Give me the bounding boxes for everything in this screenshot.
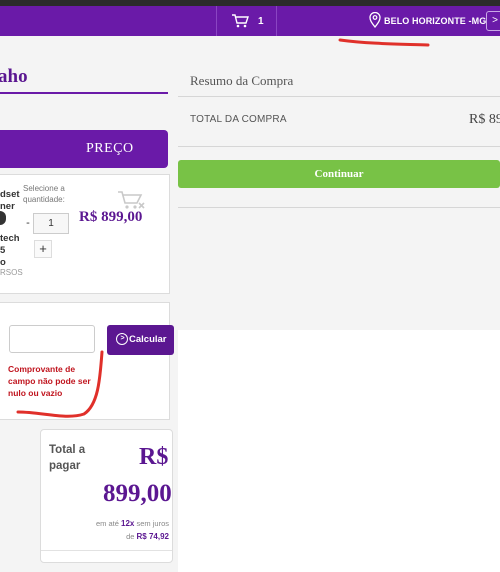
calculate-button-label: Calcular [129, 334, 167, 345]
summary-divider [178, 207, 500, 208]
quantity-decrease-button[interactable]: - [23, 214, 33, 232]
total-card: Total a pagar R$ 899,00 em até 12x sem j… [40, 429, 173, 563]
cart-table-header: PREÇO [0, 130, 168, 168]
header-divider [276, 6, 277, 36]
product-name-bottom[interactable]: tech 5 o [0, 233, 22, 269]
continue-button[interactable]: Continuar [178, 160, 500, 188]
quantity-input[interactable]: 1 [33, 213, 69, 234]
total-currency: R$ [139, 444, 169, 470]
quantity-label: Selecione a quantidade: [23, 184, 65, 204]
header-divider [216, 6, 217, 36]
cart-icon[interactable] [231, 14, 249, 28]
total-label: Total a pagar [49, 444, 86, 472]
site-header: 1 BELO HORIZONTE -MG > [0, 6, 500, 36]
product-thumbnail[interactable] [0, 211, 6, 225]
summary-divider [178, 96, 500, 97]
quantity-increase-button[interactable]: + [34, 240, 52, 258]
product-price: R$ 899,00 [79, 209, 143, 225]
summary-divider [178, 146, 500, 147]
product-tag: RSOS [0, 268, 23, 277]
arrow-right-circle-icon: > [116, 333, 128, 345]
calculate-shipping-button[interactable]: > Calcular [107, 325, 174, 355]
summary-total-value: R$ 89 [469, 112, 500, 127]
cep-error-message: Comprovante de campo não pode ser nulo o… [8, 364, 91, 398]
summary-title: Resumo da Compra [190, 73, 294, 88]
price-column-header: PREÇO [86, 141, 134, 156]
title-underline [0, 92, 168, 94]
summary-total-label: TOTAL DA COMPRA [190, 114, 287, 125]
remove-from-cart-icon[interactable] [116, 189, 146, 211]
total-value: 899,00 [103, 480, 172, 507]
installments-count: 12x [121, 519, 135, 528]
installments-value: R$ 74,92 [136, 532, 169, 541]
page-title: aho [0, 66, 28, 87]
location-label[interactable]: BELO HORIZONTE -MG [384, 16, 486, 26]
total-card-divider [41, 550, 172, 551]
installments-prefix: em até [96, 519, 119, 528]
header-next-button[interactable]: > [486, 11, 500, 31]
location-pin-icon[interactable] [369, 12, 381, 28]
cep-input[interactable] [9, 325, 95, 353]
cart-count-badge[interactable]: 1 [258, 16, 264, 27]
cart-item-row: dset ner tech 5 o RSOS Selecione a quant… [0, 174, 170, 294]
product-name-top[interactable]: dset ner [0, 189, 22, 213]
shipping-calculator: > Calcular Comprovante de campo não pode… [0, 302, 174, 420]
installments-info: em até 12x sem juros de R$ 74,92 [95, 517, 169, 543]
